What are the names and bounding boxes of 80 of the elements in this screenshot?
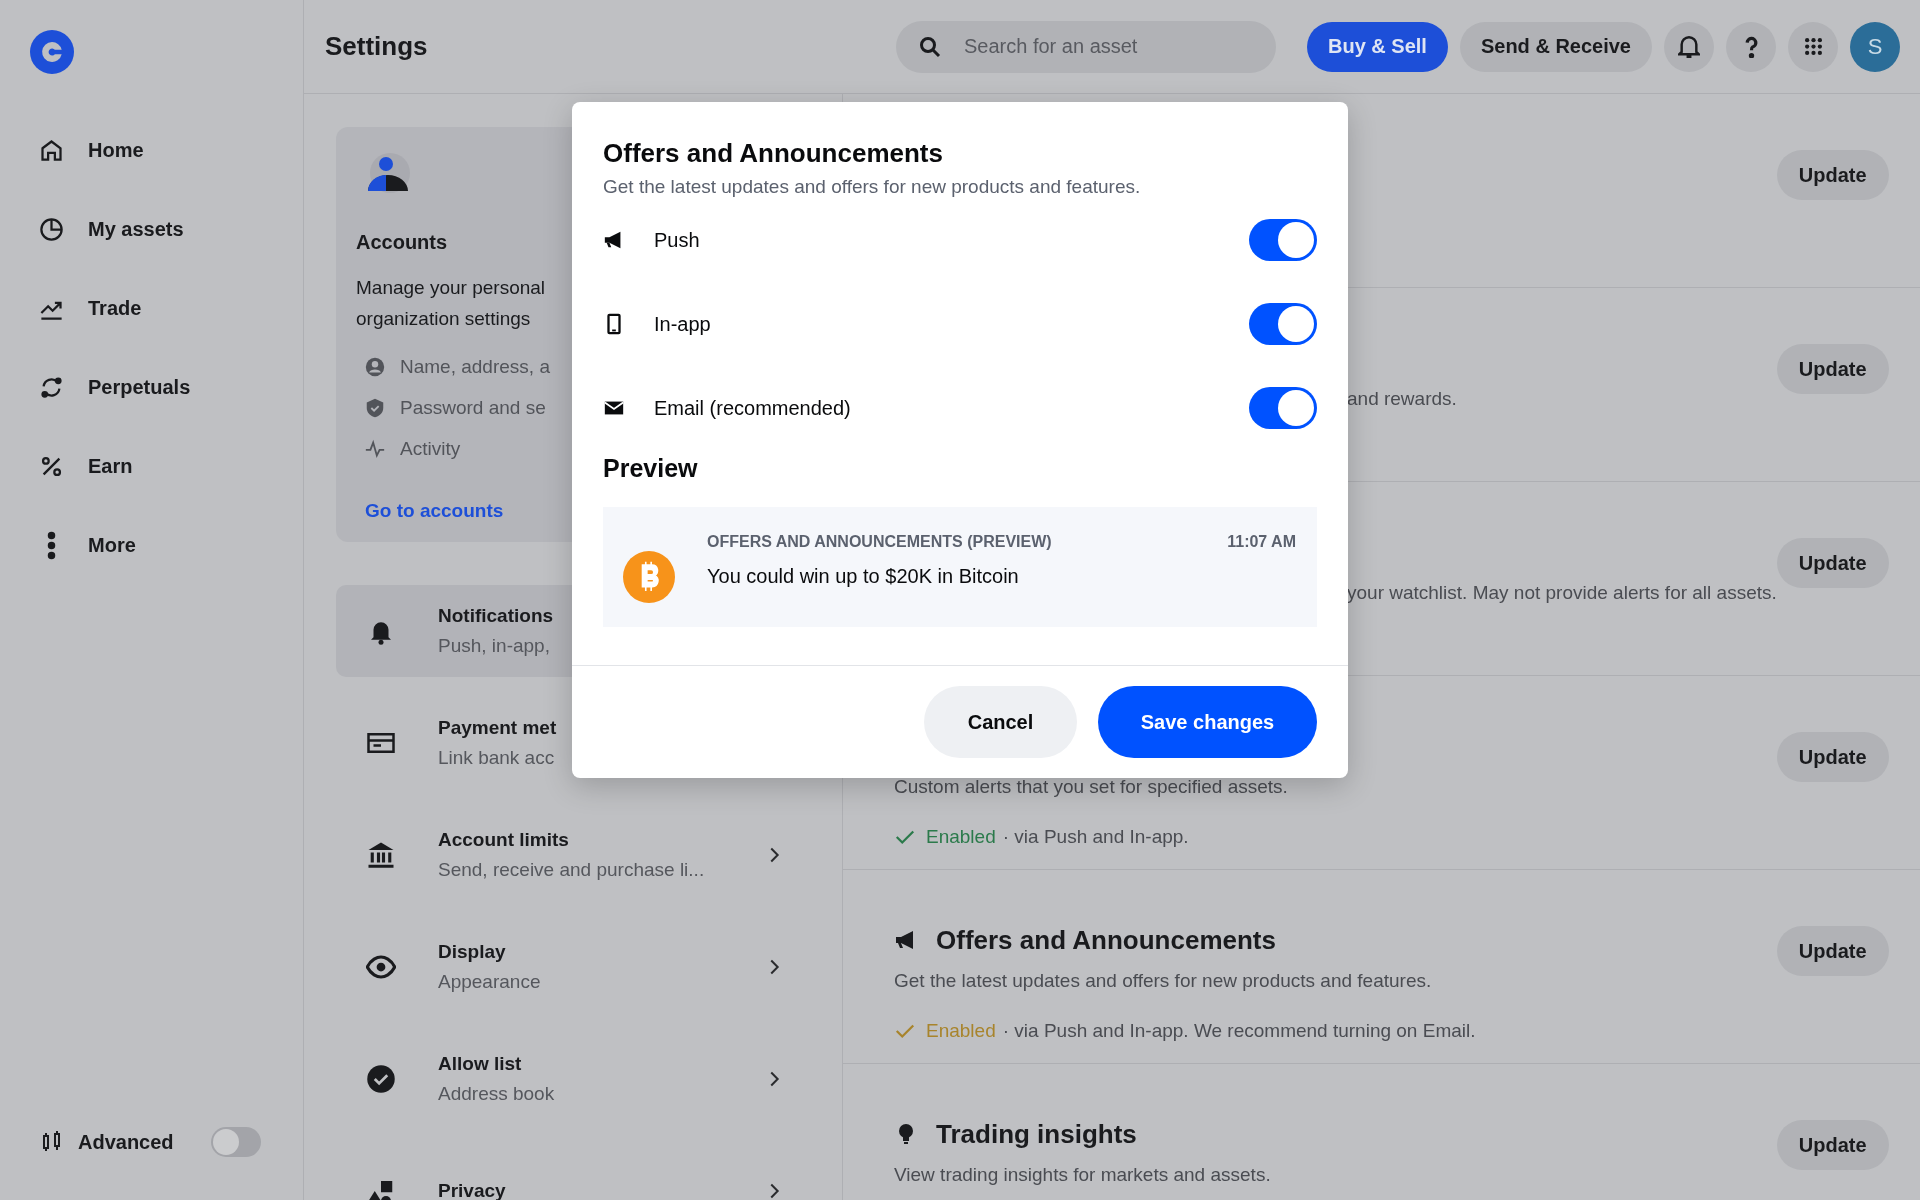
accounts-title: Accounts [356,231,448,254]
settings-menu-item[interactable]: Payment met Link bank acc [336,697,806,789]
settings-menu-item[interactable]: Account limits Send, receive and purchase li... [336,809,806,901]
search-icon [918,34,942,59]
nav-item[interactable]: Earn [38,447,303,485]
account-link[interactable]: Activity [400,438,461,460]
page-title: Settings [325,31,428,62]
bell-icon [1678,35,1700,58]
header-button[interactable]: Buy & Sell [1307,21,1448,72]
notifications-button[interactable] [1664,21,1714,72]
update-button[interactable]: Update [1776,150,1889,200]
channel-label: Push [654,228,701,252]
section-description: Get the latest updates and offers for new products and features. [894,969,1433,993]
search-input[interactable]: Search for an asset [962,34,1256,59]
apps-grid-button[interactable] [1788,21,1838,72]
dots-icon [49,532,54,558]
settings-menu-item[interactable]: Allow list Address book [336,1033,806,1125]
bank-icon [366,840,396,870]
user-avatar[interactable]: S [1850,21,1900,72]
nav-item[interactable]: Perpetuals [38,368,303,406]
preview-heading: Preview [603,454,699,483]
menu-item-title: Allow list [438,1053,523,1075]
logo-icon[interactable] [30,30,74,74]
help-button[interactable] [1726,21,1776,72]
menu-item-title: Notifications [438,605,555,627]
section-description: your watchlist. May not provide alerts for all assets. [1347,581,1777,605]
update-button[interactable]: Update [1776,926,1889,976]
section-title: Offers and Announcements [936,924,1276,956]
settings-menu-item[interactable]: Display Appearance [336,921,806,1013]
section-description: and rewards. [1347,387,1457,411]
channel-toggle[interactable] [1249,387,1317,429]
advanced-toggle[interactable] [211,1127,261,1157]
status-detail: · via Push and In-app. [1002,826,1189,848]
menu-item-subtitle: Push, in-app, [438,635,551,657]
section-description: Custom alerts that you set for specified assets. [894,775,1289,799]
header-button[interactable]: Send & Receive [1459,21,1652,72]
pulse-icon [364,438,386,460]
menu-item-subtitle: Address book [438,1083,556,1105]
preview-category: OFFERS AND ANNOUNCEMENTS (PREVIEW) [707,532,1052,551]
nav-item[interactable]: Trade [38,289,303,327]
modal-title: Offers and Announcements [603,138,944,169]
channel-label: In-app [654,312,712,336]
section-description: View trading insights for markets and assets. [894,1163,1272,1187]
cancel-button[interactable]: Cancel [924,686,1077,758]
accounts-description: organization settings [356,307,531,331]
channel-toggle[interactable] [1249,303,1317,345]
advanced-label: Advanced [78,1130,175,1154]
nav-item[interactable]: Home [38,131,303,169]
status-label: Enabled [926,826,996,848]
save-button[interactable]: Save changes [1098,686,1317,758]
menu-item-subtitle: Send, receive and purchase li... [438,859,706,881]
nav-item[interactable]: My assets [38,210,303,248]
account-link[interactable]: Name, address, a [400,356,550,378]
accounts-description: Manage your personal [356,276,546,300]
shield-icon [364,397,386,419]
modal-subtitle: Get the latest updates and offers for new products and features. [603,176,1142,198]
grid-icon [1804,38,1822,55]
channel-label: Email (recommended) [654,396,852,420]
menu-item-subtitle: Appearance [438,971,542,993]
bitcoin-coin-icon [623,551,675,603]
channel-toggle[interactable] [1249,219,1317,261]
status-detail: · via Push and In-app. We recommend turning on Email. [1002,1020,1476,1042]
person-circle-icon [364,356,386,378]
pie-icon [38,215,65,243]
update-button[interactable]: Update [1776,538,1889,588]
menu-item-title: Account limits [438,829,570,851]
nav-item[interactable]: More [38,526,303,564]
update-button[interactable]: Update [1776,1120,1889,1170]
account-link[interactable]: Password and se [400,397,546,419]
menu-item-title: Display [438,941,507,963]
section-title: Trading insights [936,1118,1137,1150]
menu-item-subtitle: Link bank acc [438,747,556,769]
update-button[interactable]: Update [1776,732,1889,782]
status-label: Enabled [926,1020,996,1042]
preview-time: 11:07 AM [1227,532,1296,551]
update-button[interactable]: Update [1776,344,1889,394]
search-field[interactable]: Search for an asset [896,20,1276,73]
check-icon [366,1064,396,1094]
question-mark-icon [1744,35,1758,58]
menu-item-title: Payment met [438,717,558,739]
